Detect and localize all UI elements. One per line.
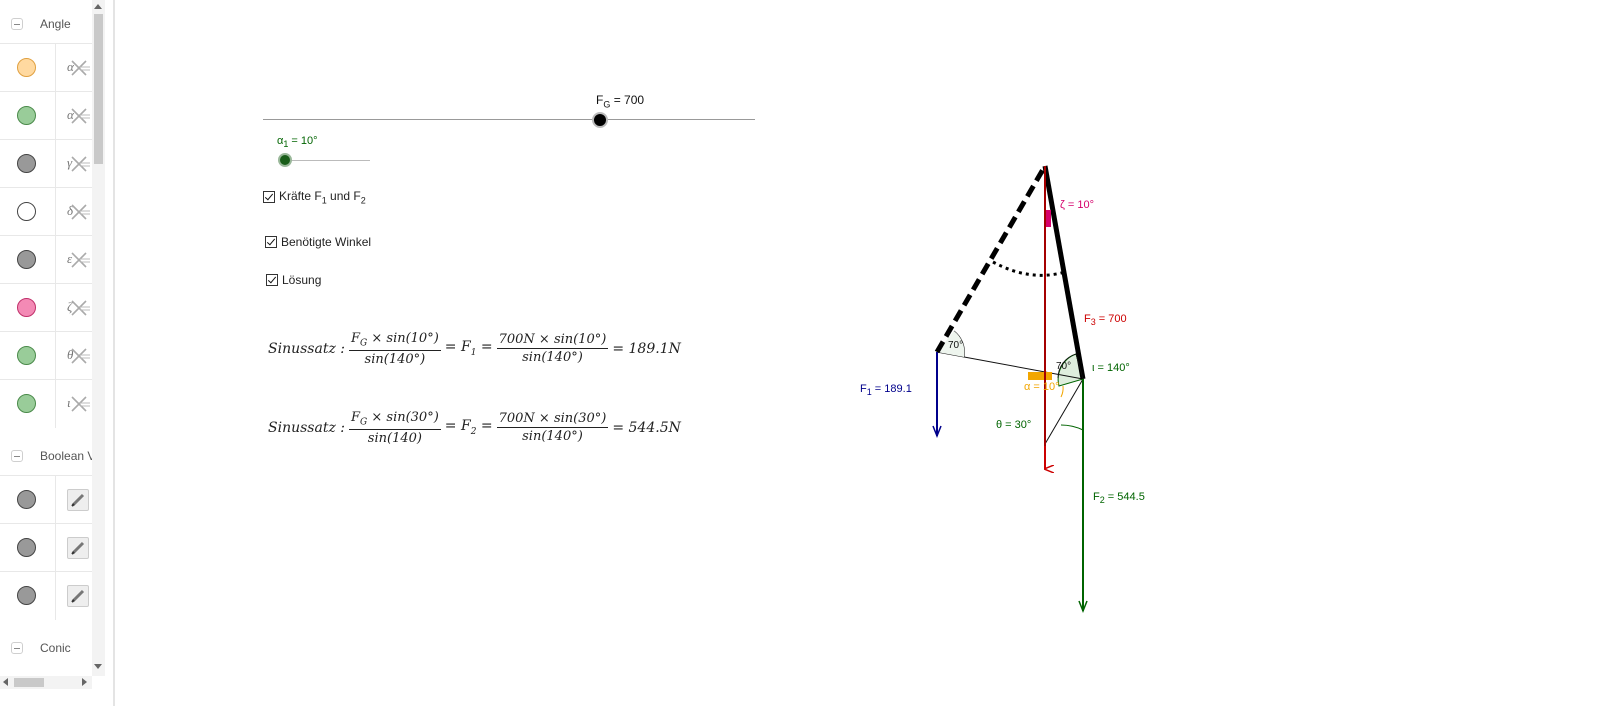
force-diagram[interactable] xyxy=(115,0,1600,706)
label-f3-main: F xyxy=(1084,313,1091,325)
scroll-up-icon[interactable] xyxy=(94,4,102,9)
definition-strike-icon[interactable] xyxy=(68,106,90,126)
visibility-toggle-icon[interactable] xyxy=(17,394,36,413)
algebra-item[interactable] xyxy=(0,475,92,524)
algebra-item[interactable]: α xyxy=(0,91,92,140)
scrollbar-thumb[interactable] xyxy=(14,678,44,687)
rope-dashed xyxy=(934,164,1048,354)
collapse-icon[interactable] xyxy=(11,18,23,30)
definition-strike-icon[interactable] xyxy=(68,394,90,414)
algebra-section-header[interactable]: Boolean V xyxy=(0,432,96,480)
algebra-item[interactable]: ζ xyxy=(0,283,92,332)
algebra-item-divider xyxy=(55,572,56,620)
visibility-toggle-icon[interactable] xyxy=(17,586,36,605)
algebra-item-divider xyxy=(55,236,56,284)
label-f2-main: F xyxy=(1093,491,1100,503)
algebra-item[interactable]: ι xyxy=(0,379,92,428)
algebra-section-header[interactable]: Conic xyxy=(0,624,92,672)
visibility-toggle-icon[interactable] xyxy=(17,298,36,317)
algebra-section-header[interactable]: Angle xyxy=(0,0,92,48)
algebra-item-divider xyxy=(55,44,56,92)
scroll-right-icon[interactable] xyxy=(82,678,87,686)
label-angle-left-70: 70° xyxy=(948,340,964,351)
collapse-icon[interactable] xyxy=(11,642,23,654)
label-f2-val: = 544.5 xyxy=(1104,491,1145,503)
algebra-item[interactable]: δ xyxy=(0,187,92,236)
pencil-tool-icon[interactable] xyxy=(67,537,89,559)
visibility-toggle-icon[interactable] xyxy=(17,58,36,77)
algebra-section-title: Angle xyxy=(40,17,71,31)
visibility-toggle-icon[interactable] xyxy=(17,538,36,557)
graphics-view[interactable]: FG = 700 α1 = 10° Kräfte F1 und F2 Benöt… xyxy=(115,0,1600,706)
algebra-item-divider xyxy=(55,140,56,188)
angle-alpha-arc xyxy=(1060,385,1064,398)
definition-strike-icon[interactable] xyxy=(68,346,90,366)
collapse-icon[interactable] xyxy=(11,450,23,462)
algebra-section-title: Conic xyxy=(40,641,71,655)
label-f2: F2 = 544.5 xyxy=(1093,491,1145,505)
label-f3-val: = 700 xyxy=(1095,313,1127,325)
algebra-section-title: Boolean V xyxy=(40,449,96,463)
algebra-item-divider xyxy=(55,284,56,332)
algebra-item[interactable]: α xyxy=(0,43,92,92)
label-f1: F1 = 189.1 xyxy=(860,383,912,397)
algebra-item[interactable] xyxy=(0,571,92,620)
algebra-item[interactable]: γ xyxy=(0,139,92,188)
angle-alpha-marker xyxy=(1028,372,1052,380)
visibility-toggle-icon[interactable] xyxy=(17,154,36,173)
definition-strike-icon[interactable] xyxy=(68,250,90,270)
definition-strike-icon[interactable] xyxy=(68,58,90,78)
pencil-tool-icon[interactable] xyxy=(67,489,89,511)
apex-dotted-arc xyxy=(992,260,1066,277)
visibility-toggle-icon[interactable] xyxy=(17,202,36,221)
algebra-item-divider xyxy=(55,332,56,380)
algebra-item-divider xyxy=(55,380,56,428)
visibility-toggle-icon[interactable] xyxy=(17,106,36,125)
visibility-toggle-icon[interactable] xyxy=(17,490,36,509)
horizontal-scrollbar[interactable] xyxy=(0,676,92,689)
algebra-item-divider xyxy=(55,524,56,572)
algebra-item-divider xyxy=(55,92,56,140)
algebra-item[interactable] xyxy=(0,523,92,572)
algebra-item-divider xyxy=(55,188,56,236)
label-zeta: ζ = 10° xyxy=(1060,199,1095,211)
definition-strike-icon[interactable] xyxy=(68,202,90,222)
definition-strike-icon[interactable] xyxy=(68,298,90,318)
label-iota: ι = 140° xyxy=(1092,362,1130,374)
algebra-item[interactable]: θ xyxy=(0,331,92,380)
label-f1-main: F xyxy=(860,383,867,395)
label-f3: F3 = 700 xyxy=(1084,313,1127,327)
angle-theta-arc xyxy=(1060,379,1084,431)
algebra-item-divider xyxy=(55,476,56,524)
visibility-toggle-icon[interactable] xyxy=(17,346,36,365)
scroll-down-icon[interactable] xyxy=(94,664,102,669)
algebra-item[interactable]: ε xyxy=(0,235,92,284)
definition-strike-icon[interactable] xyxy=(68,154,90,174)
scrollbar-thumb[interactable] xyxy=(94,14,103,164)
label-theta: θ = 30° xyxy=(996,419,1032,431)
label-angle-right-70: 70° xyxy=(1056,361,1072,372)
pencil-tool-icon[interactable] xyxy=(67,585,89,607)
vertical-scrollbar[interactable] xyxy=(92,0,105,676)
label-f1-val: = 189.1 xyxy=(871,383,912,395)
label-alpha: α = 10° xyxy=(1024,381,1060,393)
visibility-toggle-icon[interactable] xyxy=(17,250,36,269)
scroll-left-icon[interactable] xyxy=(3,678,8,686)
rope-solid xyxy=(1042,165,1086,380)
algebra-view: Angle α α γ δ ε ζ θ ι Boolean V Conic xyxy=(0,0,105,706)
